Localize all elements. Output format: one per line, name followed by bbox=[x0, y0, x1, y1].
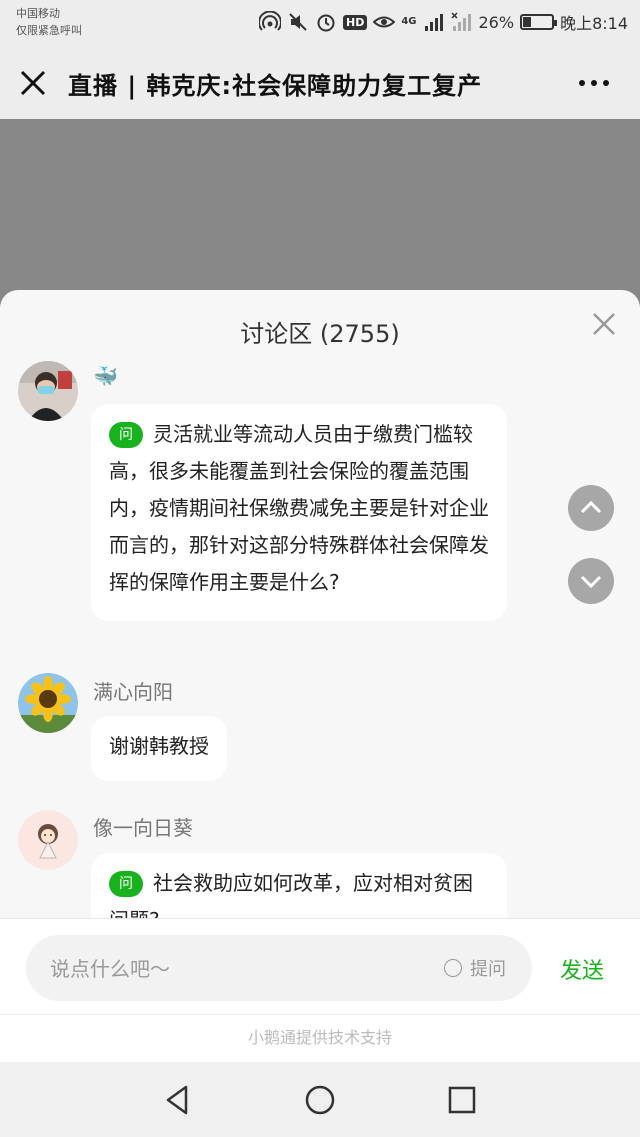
message-composer: 提问 发送 bbox=[0, 918, 640, 1015]
more-options-icon[interactable] bbox=[574, 68, 614, 98]
carrier-info: 中国移动 仅限紧急呼叫 bbox=[16, 5, 82, 39]
question-badge: 问 bbox=[109, 871, 143, 897]
avatar[interactable] bbox=[18, 361, 78, 421]
close-icon[interactable] bbox=[16, 66, 50, 100]
android-nav-bar bbox=[0, 1062, 640, 1137]
page-title: 直播 | 韩克庆:社会保障助力复工复产 bbox=[68, 72, 483, 100]
message-bubble: 问灵活就业等流动人员由于缴费门槛较高，很多未能覆盖到社会保险的覆盖范围内，疫情期… bbox=[91, 404, 507, 621]
clock: 晚上8:14 bbox=[560, 14, 628, 33]
battery-icon bbox=[520, 14, 558, 30]
no-signal-icon bbox=[450, 12, 471, 31]
emergency-only-text: 仅限紧急呼叫 bbox=[16, 24, 82, 37]
username: 满心向阳 bbox=[93, 680, 173, 704]
status-icons: HD 4G 26% 晚上8:14 bbox=[258, 8, 628, 36]
eye-icon bbox=[373, 16, 396, 28]
username: 🐳 bbox=[93, 364, 118, 388]
alarm-icon bbox=[317, 14, 335, 32]
cartoon-girl-avatar-icon bbox=[18, 810, 78, 870]
message-bubble: 谢谢韩教授 bbox=[91, 716, 227, 781]
ask-question-toggle[interactable]: 提问 bbox=[444, 955, 506, 981]
mute-icon bbox=[289, 13, 307, 31]
discussion-panel: 讨论区 (2755) 🐳 问灵活就业等流动人员由于缴费门槛较高，很多未能覆盖到社… bbox=[0, 290, 640, 918]
avatar[interactable] bbox=[18, 810, 78, 870]
recent-apps-icon[interactable] bbox=[444, 1082, 480, 1118]
avatar[interactable] bbox=[18, 673, 78, 733]
message-bubble: 问社会救助应如何改革，应对相对贫困问题? bbox=[91, 853, 507, 918]
sunflower-avatar-icon bbox=[18, 673, 78, 733]
discussion-title: 讨论区 (2755) bbox=[240, 320, 400, 348]
status-bar: 中国移动 仅限紧急呼叫 HD 4G 26% 晚上8:14 bbox=[0, 0, 640, 46]
avatar-photo-icon bbox=[18, 361, 78, 421]
scroll-down-button[interactable] bbox=[568, 558, 614, 604]
hd-icon: HD bbox=[342, 14, 368, 30]
input-container: 提问 bbox=[26, 935, 532, 1003]
chevron-down-icon bbox=[580, 575, 602, 589]
battery-percent: 26% bbox=[478, 12, 515, 32]
message-text: 社会救助应如何改革，应对相对贫困问题? bbox=[109, 871, 473, 918]
title-bar: 直播 | 韩克庆:社会保障助力复工复产 bbox=[0, 46, 640, 119]
scroll-up-button[interactable] bbox=[568, 485, 614, 531]
hotspot-icon bbox=[258, 11, 281, 31]
battery-fill bbox=[523, 17, 531, 27]
home-icon[interactable] bbox=[302, 1082, 338, 1118]
signal-icon bbox=[424, 14, 443, 31]
chevron-up-icon bbox=[580, 500, 602, 514]
question-badge: 问 bbox=[109, 422, 143, 448]
username: 像一向日葵 bbox=[93, 816, 193, 840]
live-video-player[interactable] bbox=[0, 119, 640, 319]
tech-support-footer: 小鹅通提供技术支持 bbox=[0, 1014, 640, 1063]
radio-icon bbox=[444, 959, 462, 977]
message-text: 谢谢韩教授 bbox=[109, 734, 209, 758]
carrier-name: 中国移动 bbox=[16, 7, 60, 20]
message-text: 灵活就业等流动人员由于缴费门槛较高，很多未能覆盖到社会保险的覆盖范围内，疫情期间… bbox=[109, 422, 489, 594]
network-type: 4G bbox=[401, 16, 417, 27]
ask-question-label: 提问 bbox=[470, 959, 506, 980]
back-icon[interactable] bbox=[160, 1082, 196, 1118]
comment-input[interactable] bbox=[48, 935, 422, 1003]
send-button[interactable]: 发送 bbox=[560, 953, 604, 985]
panel-close-icon[interactable] bbox=[590, 310, 618, 338]
